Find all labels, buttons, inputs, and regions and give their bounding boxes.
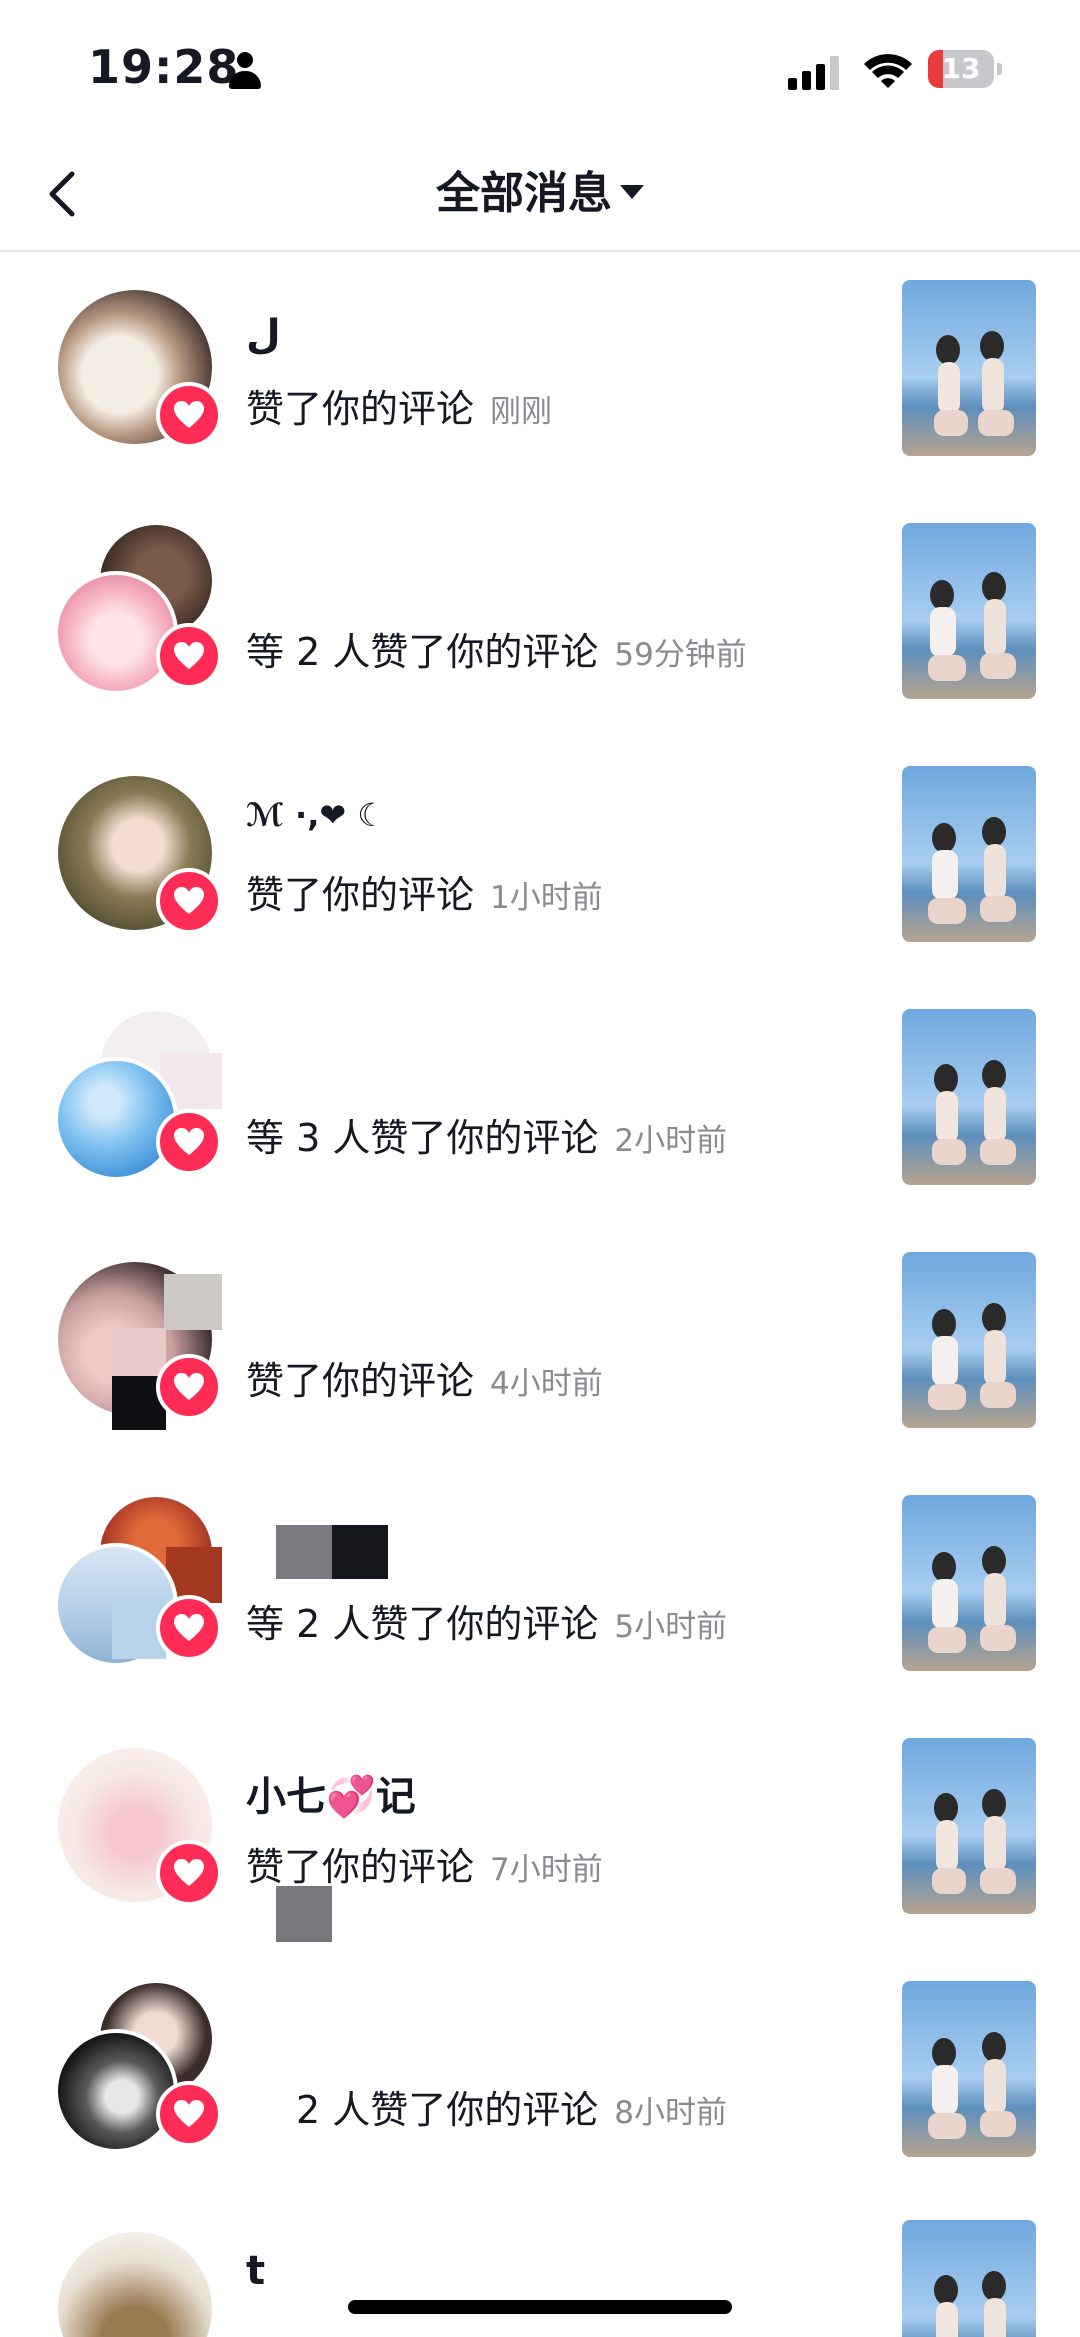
post-thumbnail[interactable] [902, 1495, 1036, 1671]
message-filter-dropdown[interactable]: 全部消息 [0, 164, 1080, 224]
heart-icon [174, 642, 204, 669]
post-thumbnail[interactable] [902, 1252, 1036, 1428]
post-thumbnail[interactable] [902, 1738, 1036, 1914]
notification-item[interactable]: 赞了你的评论 4小时前 [0, 1224, 1080, 1467]
notification-item[interactable]: 等 2 人赞了你的评论 59分钟前 [0, 495, 1080, 738]
notification-text: 2 人赞了你的评论 8小时前 [296, 2079, 727, 2134]
user-avatar[interactable] [54, 2029, 178, 2153]
user-name: ℳ ·,❤ ☾ [246, 796, 386, 834]
timestamp: 刚刚 [490, 394, 553, 430]
like-badge [156, 1840, 222, 1906]
battery-level: 13 [941, 52, 981, 85]
nav-bar: 全部消息 [0, 140, 1080, 252]
notification-text: 赞了你的评论 7小时前 [246, 1836, 603, 1891]
like-badge [156, 2081, 222, 2147]
blurred-region [164, 1274, 222, 1330]
notification-item[interactable]: ℳ ·,❤ ☾ 赞了你的评论 1小时前 [0, 738, 1080, 981]
like-badge [156, 623, 222, 689]
blurred-region [332, 1525, 388, 1579]
like-badge [156, 1354, 222, 1420]
user-name: t [246, 2248, 266, 2294]
post-thumbnail[interactable] [902, 1009, 1036, 1185]
post-thumbnail[interactable] [902, 766, 1036, 942]
post-thumbnail[interactable] [902, 523, 1036, 699]
heart-icon [174, 401, 204, 428]
post-thumbnail[interactable] [902, 2220, 1036, 2337]
notification-item[interactable]: 小七💞记 赞了你的评论 7小时前 [0, 1710, 1080, 1953]
notification-text: 等 2 人赞了你的评论 5小时前 [246, 1593, 727, 1648]
like-badge [156, 1109, 222, 1175]
post-thumbnail[interactable] [902, 280, 1036, 456]
notification-item[interactable]: t [0, 2196, 1080, 2337]
timestamp: 59分钟前 [614, 637, 747, 673]
wifi-icon [864, 54, 912, 88]
heart-icon [174, 1859, 204, 1886]
timestamp: 5小时前 [614, 1609, 728, 1645]
timestamp: 7小时前 [490, 1852, 603, 1888]
notification-text: 赞了你的评论 4小时前 [246, 1350, 603, 1405]
notification-item[interactable]: 2 人赞了你的评论 8小时前 [0, 1953, 1080, 2196]
blurred-region [276, 1886, 332, 1942]
user-name: 小七💞记 [246, 1774, 416, 1820]
timestamp: 8小时前 [614, 2095, 727, 2131]
notification-item[interactable]: 等 2 人赞了你的评论 5小时前 [0, 1467, 1080, 1710]
user-avatar[interactable] [54, 571, 178, 695]
action-text: 赞了你的评论 [246, 873, 475, 917]
like-badge [156, 1595, 222, 1661]
action-text: 赞了你的评论 [246, 1359, 475, 1403]
action-text: 2 人赞了你的评论 [296, 2088, 599, 2132]
user-avatar[interactable] [58, 2232, 212, 2337]
action-text: 赞了你的评论 [246, 387, 475, 431]
notification-text: 等 2 人赞了你的评论 59分钟前 [246, 621, 747, 676]
cellular-signal-icon [788, 56, 842, 90]
status-bar: 19:28 13 [0, 0, 1080, 140]
blurred-region [112, 1328, 166, 1376]
action-text: 等 2 人赞了你的评论 [246, 630, 599, 674]
heart-icon [174, 2100, 204, 2127]
battery-icon: 13 [928, 50, 1004, 90]
action-text: 等 3 人赞了你的评论 [246, 1116, 599, 1160]
user-name: ل [246, 312, 281, 358]
caret-down-icon [620, 185, 644, 199]
notification-text: 赞了你的评论 刚刚 [246, 378, 552, 433]
action-text: 赞了你的评论 [246, 1845, 475, 1889]
timestamp: 4小时前 [490, 1366, 603, 1402]
person-icon [228, 52, 262, 92]
heart-icon [174, 1128, 204, 1155]
action-text: 等 2 人赞了你的评论 [246, 1602, 599, 1646]
like-badge [156, 868, 222, 934]
blurred-region [276, 1525, 332, 1579]
page-title: 全部消息 [436, 168, 612, 219]
notification-item[interactable]: 等 3 人赞了你的评论 2小时前 [0, 981, 1080, 1224]
heart-icon [174, 1614, 204, 1641]
timestamp: 1小时前 [490, 880, 603, 916]
post-thumbnail[interactable] [902, 1981, 1036, 2157]
heart-icon [174, 887, 204, 914]
like-badge [156, 382, 222, 448]
home-indicator[interactable] [348, 2300, 732, 2314]
timestamp: 2小时前 [614, 1123, 728, 1159]
notification-text: 等 3 人赞了你的评论 2小时前 [246, 1107, 727, 1162]
status-time: 19:28 [88, 40, 240, 94]
notification-item[interactable]: ل 赞了你的评论 刚刚 [0, 252, 1080, 495]
heart-icon [174, 1373, 204, 1400]
notification-text: 赞了你的评论 1小时前 [246, 864, 603, 919]
user-avatar[interactable] [54, 1057, 178, 1181]
